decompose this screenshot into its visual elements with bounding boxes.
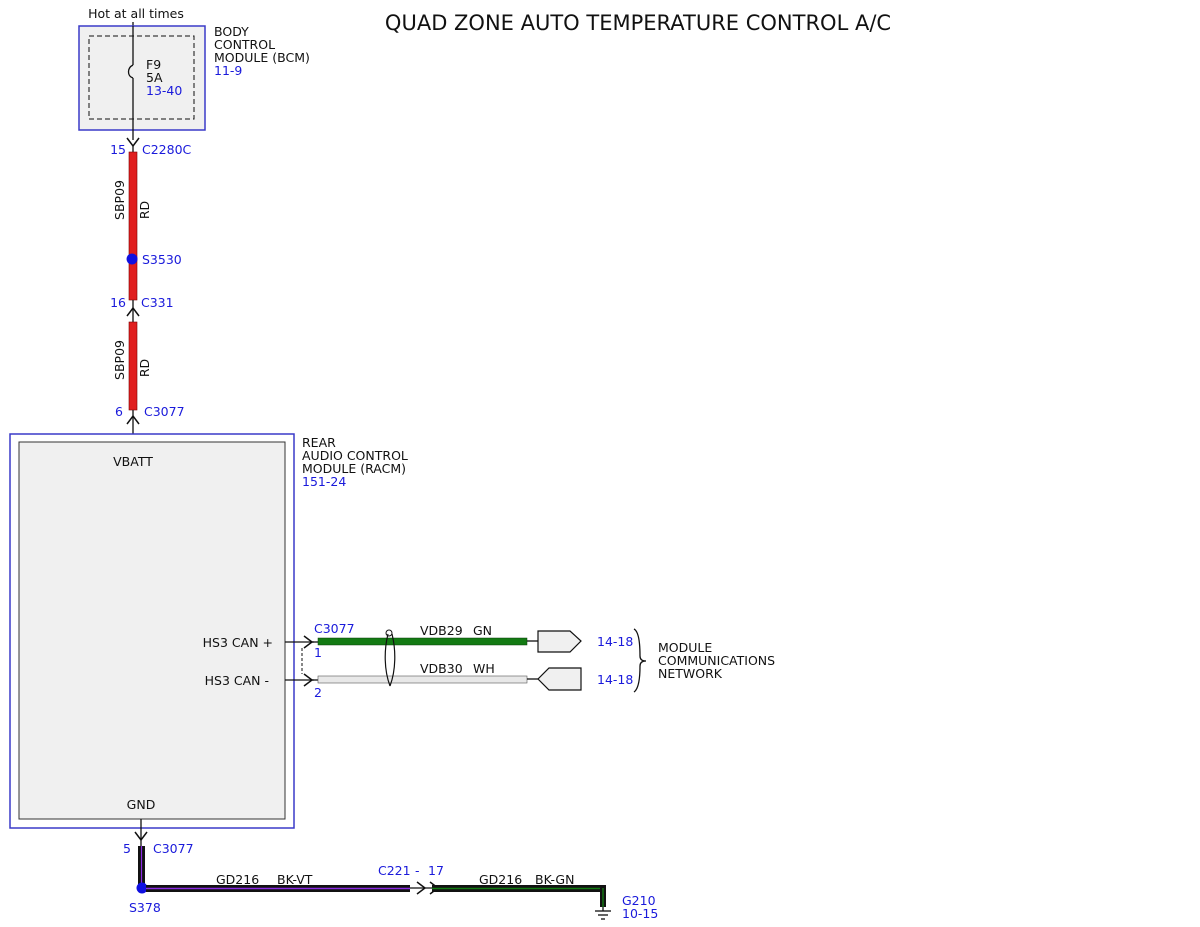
s378-link[interactable]: S378 [129, 900, 161, 915]
c331-link[interactable]: C331 [141, 295, 174, 310]
racm-vbatt-pin: VBATT [113, 454, 153, 469]
racm-inner-box [18, 441, 286, 820]
vdb29-arrow-connector [537, 630, 582, 653]
vdb30-ref-link[interactable]: 14-18 [597, 672, 633, 687]
twisted-pair-loop-top [385, 629, 393, 637]
gd216-b-color: BK-GN [535, 872, 574, 887]
c3077-gnd-pin: 5 [123, 841, 131, 856]
vdb29-circuit: VDB29 [420, 623, 463, 638]
s3530-splice-dot [126, 253, 138, 265]
c3077-can-link[interactable]: C3077 [314, 621, 355, 636]
sbp09-upper-color: RD [137, 201, 152, 219]
gd216-b-circuit: GD216 [479, 872, 522, 887]
network-brace [633, 628, 647, 693]
network-label-line-3: NETWORK [658, 666, 723, 681]
bcm-ref-link[interactable]: 11-9 [214, 63, 242, 78]
sbp09-lower-color: RD [137, 359, 152, 377]
c3077-top-pin: 6 [115, 404, 123, 419]
c331-pin: 16 [110, 295, 126, 310]
c221-separator: - [415, 863, 420, 878]
racm-can-minus-pin: HS3 CAN - [205, 673, 269, 688]
c3077-top-link[interactable]: C3077 [144, 404, 185, 419]
vdb29-ref-link[interactable]: 14-18 [597, 634, 633, 649]
racm-gnd-pin: GND [127, 797, 156, 812]
g210-ref-link[interactable]: 10-15 [622, 906, 658, 921]
wire-sbp09-lower[interactable] [128, 321, 138, 411]
vdb29-color: GN [473, 623, 492, 638]
gd216-a-color: BK-VT [277, 872, 313, 887]
fuse-ref-link[interactable]: 13-40 [146, 83, 182, 98]
s378-splice-dot [136, 882, 148, 894]
bcm-box[interactable] [78, 25, 206, 131]
can-minus-pin-number: 2 [314, 685, 322, 700]
s3530-link[interactable]: S3530 [142, 252, 182, 267]
c2280c-pin: 15 [110, 142, 126, 157]
gd216-a-circuit: GD216 [216, 872, 259, 887]
c221-pin: 17 [428, 863, 444, 878]
c221-link[interactable]: C221 [378, 863, 411, 878]
c2280c-link[interactable]: C2280C [142, 142, 192, 157]
sbp09-upper-circuit: SBP09 [112, 180, 127, 220]
wire-vdb30[interactable] [317, 675, 528, 684]
diagram-title: QUAD ZONE AUTO TEMPERATURE CONTROL A/C [385, 11, 891, 35]
wiring-diagram: QUAD ZONE AUTO TEMPERATURE CONTROL A/C H… [9, 6, 891, 921]
racm-ref-link[interactable]: 151-24 [302, 474, 346, 489]
sbp09-lower-circuit: SBP09 [112, 340, 127, 380]
vdb30-circuit: VDB30 [420, 661, 463, 676]
racm-can-plus-pin: HS3 CAN + [203, 635, 273, 650]
vdb30-color: WH [473, 661, 495, 676]
wire-sbp09-upper[interactable] [128, 151, 138, 301]
vdb30-arrow-connector [537, 667, 582, 691]
c3077-gnd-link[interactable]: C3077 [153, 841, 194, 856]
can-plus-pin-number: 1 [314, 645, 322, 660]
wire-vdb29[interactable] [317, 637, 528, 646]
hot-at-all-times-label: Hot at all times [88, 6, 184, 21]
